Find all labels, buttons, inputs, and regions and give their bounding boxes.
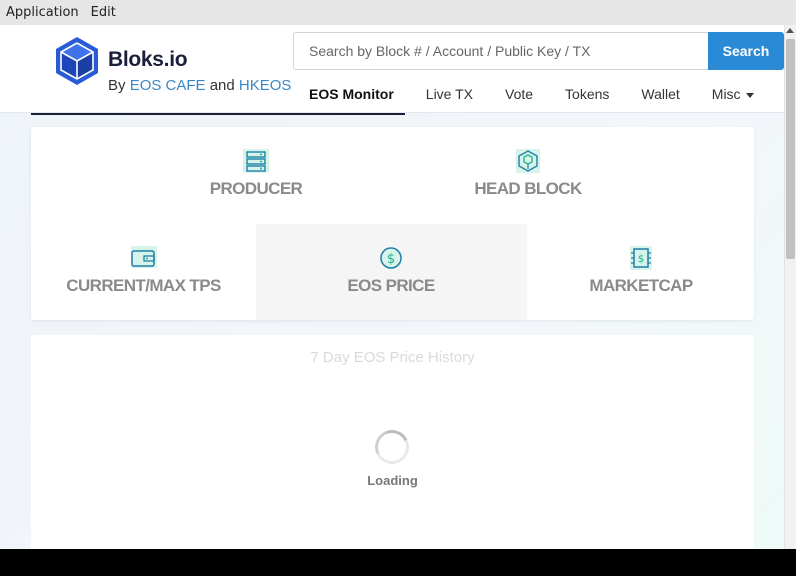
tab-eos-monitor[interactable]: EOS Monitor	[293, 83, 410, 113]
scroll-thumb[interactable]	[786, 39, 795, 259]
hexagon-network-icon	[516, 149, 540, 173]
by-prefix: By	[108, 77, 126, 94]
caret-down-icon	[745, 92, 754, 98]
vertical-scrollbar[interactable]	[784, 25, 796, 549]
active-tab-underline	[31, 113, 405, 115]
stat-tps-label: CURRENT/MAX TPS	[66, 276, 221, 295]
tab-tokens[interactable]: Tokens	[549, 83, 625, 113]
main-nav: EOS Monitor Live TX Vote Tokens Wallet M…	[293, 83, 770, 113]
price-history-card: 7 Day EOS Price History Loading	[31, 335, 754, 549]
svg-text:$: $	[387, 252, 395, 267]
dollar-coin-icon: $	[380, 247, 402, 269]
server-icon	[243, 149, 269, 173]
chart-title: 7 Day EOS Price History	[310, 349, 475, 366]
stat-marketcap-label: MARKETCAP	[589, 276, 693, 295]
menu-edit[interactable]: Edit	[85, 0, 122, 25]
search-button[interactable]: Search	[708, 32, 784, 70]
brand-name[interactable]: Bloks.io	[108, 48, 188, 72]
cube-logo-icon[interactable]	[54, 35, 100, 87]
stat-tps[interactable]: CURRENT/MAX TPS	[51, 245, 236, 296]
tab-vote[interactable]: Vote	[489, 83, 549, 113]
tab-live-tx[interactable]: Live TX	[410, 83, 489, 113]
stat-head-block[interactable]: HEAD BLOCK	[453, 148, 603, 199]
partner-link-eoscafe[interactable]: EOS CAFE	[130, 77, 206, 94]
site-header: Bloks.io By EOS CAFE and HKEOS Search by…	[0, 25, 784, 113]
and-word: and	[209, 77, 235, 94]
stats-card: PRODUCER HEAD BLOCK CURRENT/MAX TPS $ EO…	[31, 127, 754, 320]
search-input[interactable]: Search by Block # / Account / Public Key…	[293, 32, 709, 70]
scroll-up-arrow-icon[interactable]	[786, 28, 794, 33]
browser-viewport: Bloks.io By EOS CAFE and HKEOS Search by…	[0, 25, 796, 549]
byline: By EOS CAFE and HKEOS	[108, 77, 291, 94]
money-chip-icon: $	[630, 246, 652, 270]
loading-text: Loading	[367, 473, 418, 488]
partner-link-hkeos[interactable]: HKEOS	[239, 77, 292, 94]
tab-misc[interactable]: Misc	[696, 83, 770, 113]
bottom-taskbar	[0, 549, 796, 576]
stat-eos-price-label: EOS PRICE	[347, 276, 435, 295]
os-menubar: Application Edit	[0, 0, 796, 25]
stat-producer-label: PRODUCER	[209, 179, 303, 198]
svg-text:$: $	[638, 254, 644, 265]
stat-head-block-label: HEAD BLOCK	[474, 179, 582, 198]
menu-application[interactable]: Application	[0, 0, 85, 25]
stat-eos-price[interactable]: $ EOS PRICE	[316, 245, 466, 296]
spinner-icon	[370, 425, 414, 469]
stat-marketcap[interactable]: $ MARKETCAP	[566, 245, 716, 296]
tab-misc-label: Misc	[711, 86, 741, 102]
stat-producer[interactable]: PRODUCER	[181, 148, 331, 199]
tab-wallet[interactable]: Wallet	[625, 83, 695, 113]
wallet-icon	[130, 246, 157, 268]
